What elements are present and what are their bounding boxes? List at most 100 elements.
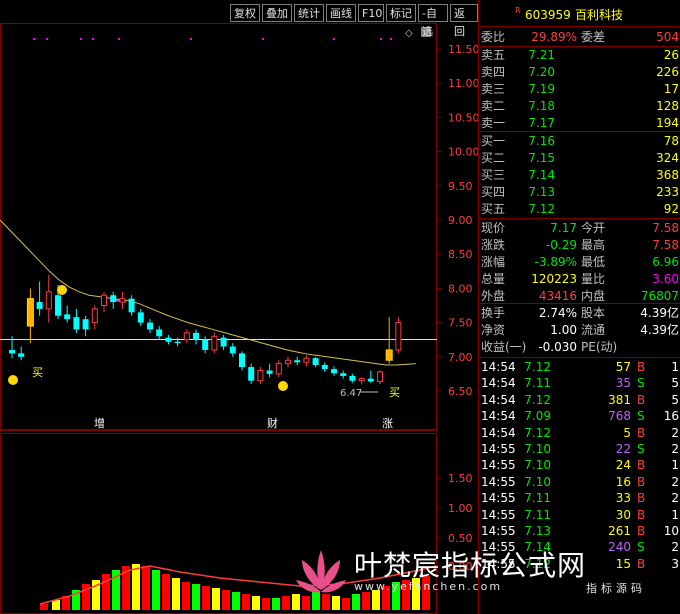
candle-body — [395, 322, 402, 351]
stock-code: 603959 — [525, 8, 571, 22]
buy-marker: 买 — [389, 386, 400, 399]
tick-row: 14:54 7.12 381 B 5 — [481, 392, 679, 407]
indicator-bar — [262, 598, 270, 610]
candle-body — [340, 373, 347, 376]
candle-body — [303, 357, 310, 363]
candle-body — [331, 369, 337, 374]
toolbar-button-4[interactable]: F10 — [358, 4, 384, 22]
buy-marker: 买 — [32, 366, 43, 379]
toolbar-button-7[interactable]: 返回 — [450, 4, 478, 38]
quote-row: 涨跌 -0.29 最高 7.58 — [481, 238, 679, 252]
candle-body — [183, 332, 190, 341]
asks-row: 卖二 7.18 128 — [481, 99, 679, 113]
indicator-bar — [242, 594, 250, 610]
tick-row: 14:55 7.14 240 S 2 — [481, 540, 679, 555]
indicator-bar — [352, 594, 360, 610]
indicator-bar — [222, 590, 230, 610]
indicator-axis-label: 1.00 — [448, 502, 473, 515]
indicator-bar — [202, 586, 210, 610]
bids-row: 买二 7.15 324 — [481, 151, 679, 165]
indicator-bar — [132, 564, 140, 610]
quote-row: 现价 7.17 今开 7.58 — [481, 221, 679, 235]
toolbar-button-2[interactable]: 统计 — [294, 4, 324, 22]
indicator-bar — [312, 592, 320, 610]
candle-body — [248, 367, 255, 381]
indicator-bar — [212, 588, 220, 610]
tick-row: 14:54 7.12 57 B 1 — [481, 360, 679, 374]
indicator-bar — [402, 580, 410, 610]
toolbar-button-0[interactable]: 复权 — [230, 4, 260, 22]
candle-body — [285, 359, 291, 365]
toolbar-button-6[interactable]: -自选 — [418, 4, 448, 38]
candlesticks — [9, 274, 402, 385]
candle-body — [45, 291, 52, 310]
price-axis-label: 7.00 — [448, 351, 473, 364]
tick-row: 14:54 7.09 768 S 16 — [481, 409, 679, 424]
candle-body — [82, 319, 89, 330]
price-axis-label: 9.50 — [448, 180, 473, 193]
bids-row: 买三 7.14 368 — [481, 168, 679, 182]
quote-row: 涨幅 -3.89% 最低 6.96 — [481, 255, 679, 269]
candle-body — [101, 294, 107, 306]
candle-body — [36, 302, 43, 309]
indicator-bar — [332, 596, 340, 610]
candle-body — [385, 349, 393, 361]
price-axis-label: 7.50 — [448, 317, 473, 330]
asks-row: 卖一 7.17 194 — [481, 116, 679, 130]
indicator-bar — [162, 574, 170, 610]
candle-body — [147, 322, 153, 330]
tick-row: 14:55 7.11 33 B 2 — [481, 491, 679, 506]
candle-body — [220, 337, 227, 347]
indicator-bar — [182, 582, 190, 610]
quote-panel: R 603959 百利科技 委比 29.89% 委差 504 卖五 7.21 26 卖… — [478, 0, 680, 614]
kline-chart[interactable]: ◇ 11.50 11.00 10.50 10.00 9.50 9.00 8.50 8.00 7.… — [0, 0, 478, 614]
indicator-axis: 1.50 1.00 0.50 0.00 — [437, 472, 473, 573]
price-axis-label: 8.50 — [448, 248, 473, 261]
indicator-bar — [172, 578, 180, 610]
indicator-bar — [152, 570, 160, 610]
indicator-frame — [0, 433, 437, 614]
candle-body — [137, 312, 144, 323]
candle-body — [165, 337, 172, 342]
price-axis-label: 8.00 — [448, 282, 473, 295]
fund-row: 换手 2.74% 股本 4.39亿 — [481, 306, 679, 320]
toolbar-button-3[interactable]: 画线 — [326, 4, 356, 22]
candle-body — [367, 378, 374, 382]
tick-row: 14:54 7.12 5 B 2 — [481, 425, 679, 440]
low-price-label: 6.47 — [340, 388, 362, 399]
toolbar-button-5[interactable]: 标记 — [386, 4, 416, 22]
candle-body — [358, 378, 365, 382]
indicator-axis-label: 1.50 — [448, 472, 473, 485]
candle-body — [229, 346, 236, 354]
candle-body — [312, 358, 319, 366]
candle-body — [239, 353, 245, 368]
stock-header: R 603959 百利科技 — [479, 6, 680, 24]
signal-dots — [33, 38, 392, 40]
diamond-icon[interactable]: ◇ — [405, 28, 413, 39]
tick-row: 14:55 7.13 261 B 10 — [481, 524, 679, 538]
tick-row: 14:55 7.10 24 B 1 — [481, 458, 679, 473]
indicator-bar — [322, 594, 330, 610]
candle-body — [91, 308, 98, 324]
indicator-bar — [392, 582, 400, 610]
candle-body — [275, 363, 282, 375]
price-axis-label: 9.00 — [448, 214, 473, 227]
candle-body — [174, 341, 181, 344]
tick-row: 14:54 7.11 35 S 5 — [481, 376, 679, 391]
fund-row: 收益(一) -0.030 PE(动) — [481, 340, 618, 354]
indicator-bar — [52, 600, 60, 610]
indicator-bar — [192, 584, 200, 610]
candle-body — [128, 298, 135, 313]
indicator-bar — [142, 566, 150, 610]
candle-body — [73, 317, 80, 330]
indicator-bar — [302, 596, 310, 610]
candle-body — [156, 329, 163, 337]
indicator-bar — [412, 578, 420, 610]
price-axis-label: 6.50 — [448, 385, 473, 398]
candle-body — [294, 360, 301, 363]
candle-body — [119, 298, 126, 303]
indicator-bar — [292, 594, 300, 610]
indicator-bar — [372, 590, 380, 610]
toolbar-button-1[interactable]: 叠加 — [262, 4, 292, 22]
event-marker-zeng: 增 — [94, 416, 105, 430]
